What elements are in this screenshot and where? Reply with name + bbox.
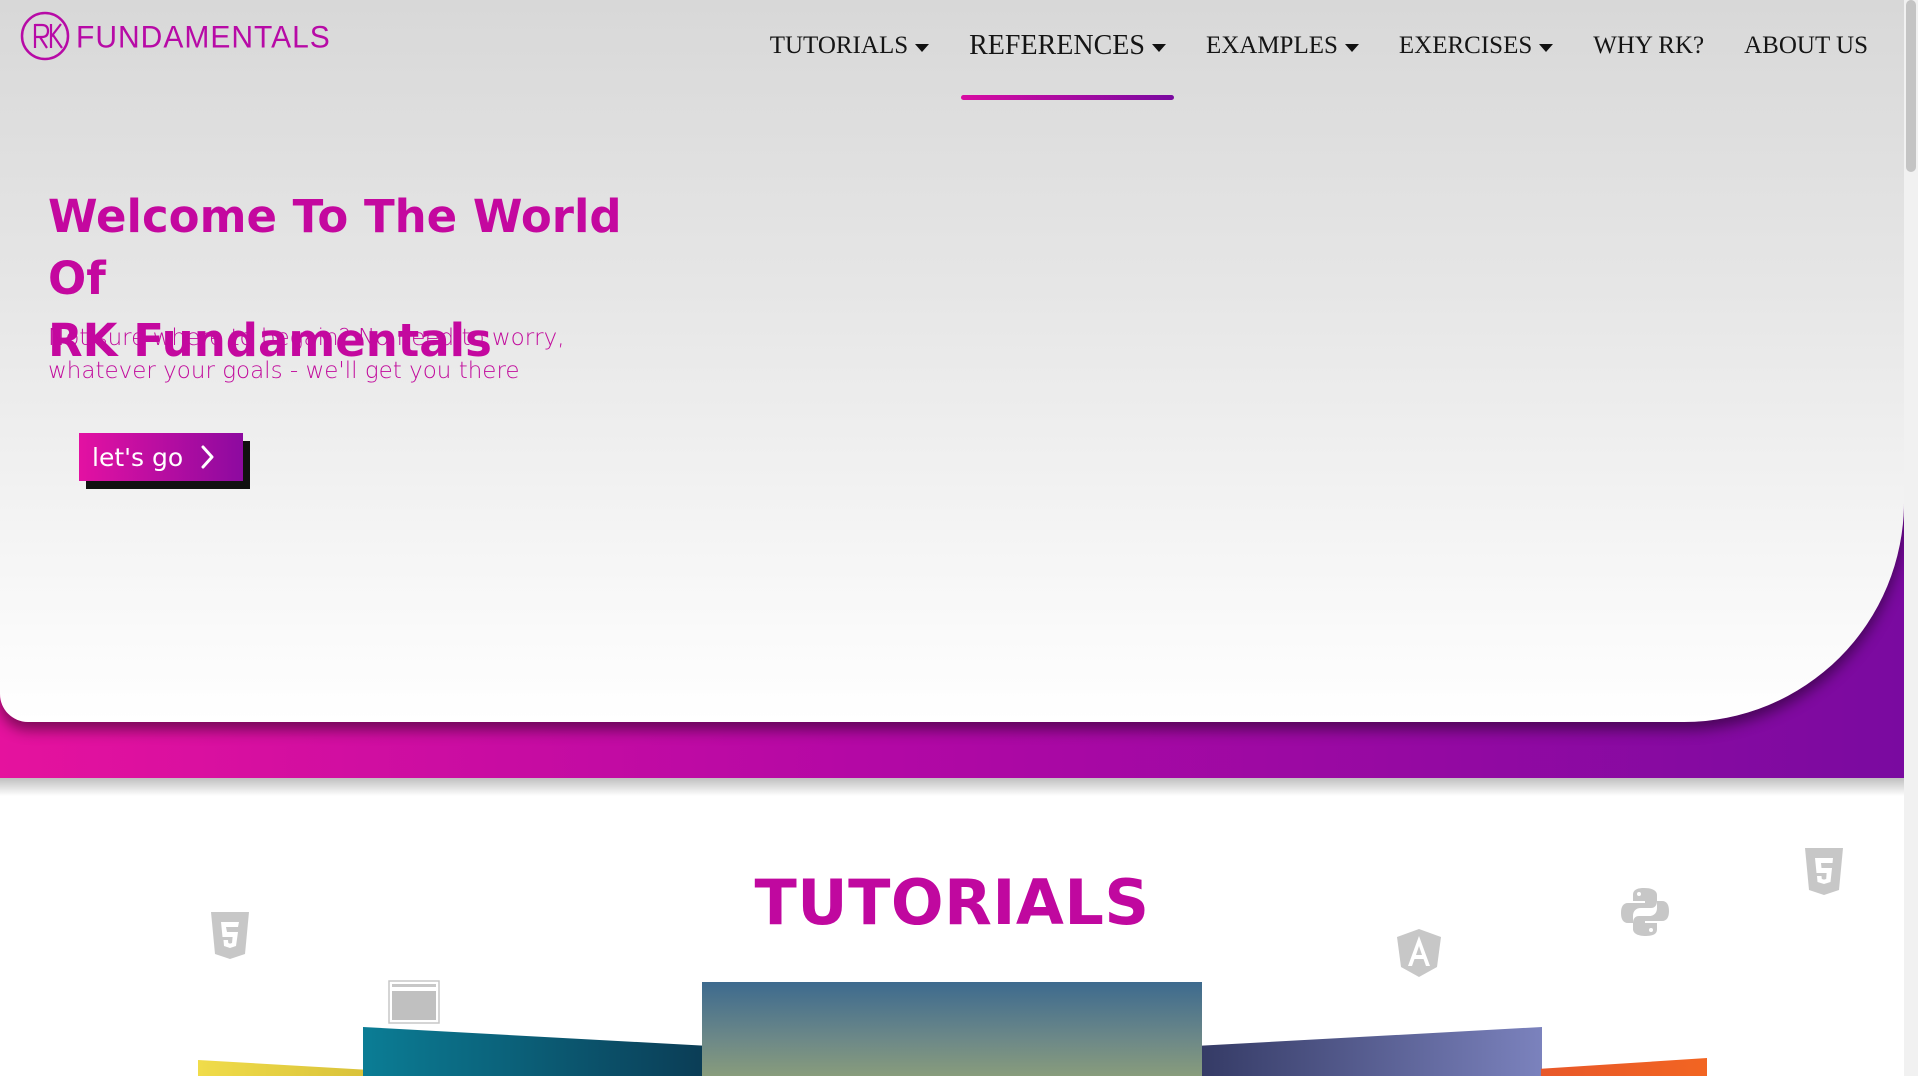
- tutorials-heading: TUTORIALS: [754, 866, 1150, 939]
- nav-examples[interactable]: EXAMPLES: [1186, 24, 1379, 68]
- hero-drop-shadow: [0, 778, 1904, 796]
- scrollbar-thumb[interactable]: [1906, 0, 1916, 172]
- nav-exercises-label: EXERCISES: [1398, 32, 1533, 59]
- caret-down-icon: [1344, 43, 1359, 52]
- nav-why-rk-label: WHY RK?: [1593, 32, 1705, 59]
- nav-about-us[interactable]: ABOUT US: [1724, 24, 1888, 68]
- css3-icon: [1802, 846, 1846, 901]
- hero-subtitle: Not sure where to begain? No need to wor…: [48, 322, 568, 388]
- lets-go-label: let's go: [92, 442, 184, 472]
- lets-go-button[interactable]: let's go: [79, 433, 243, 481]
- angular-icon: [1396, 928, 1442, 983]
- nav-why-rk[interactable]: WHY RK?: [1573, 24, 1724, 68]
- tutorial-card-right[interactable]: [1202, 1027, 1542, 1076]
- rk-monogram-icon: [18, 9, 72, 68]
- nav-about-us-label: ABOUT US: [1744, 32, 1868, 59]
- tutorial-card-left[interactable]: [363, 1027, 703, 1076]
- nav-tutorials-label: TUTORIALS: [769, 32, 909, 59]
- main-nav: TUTORIALS REFERENCES EXAMPLES EXERCISES …: [750, 24, 1888, 100]
- tutorial-card-far-left[interactable]: [198, 1060, 364, 1076]
- logo-text: FUNDAMENTALS: [76, 20, 331, 55]
- caret-down-icon: [1539, 43, 1554, 52]
- hero-subtitle-line1: Not sure where to begain? No need to wor…: [48, 325, 565, 351]
- tutorial-card-center[interactable]: [702, 982, 1202, 1076]
- nav-examples-label: EXAMPLES: [1205, 32, 1338, 59]
- html5-icon: [208, 910, 252, 965]
- browser-window-icon: [388, 980, 440, 1029]
- tutorial-card-far-right[interactable]: [1541, 1058, 1707, 1076]
- active-nav-underline: [961, 95, 1174, 100]
- python-icon: [1620, 886, 1670, 943]
- nav-references-label: REFERENCES: [969, 30, 1145, 61]
- nav-tutorials[interactable]: TUTORIALS: [750, 24, 949, 68]
- caret-down-icon: [1151, 43, 1166, 52]
- nav-references[interactable]: REFERENCES: [961, 24, 1174, 100]
- chevron-right-icon: [201, 445, 215, 469]
- hero-subtitle-line2: whatever your goals - we'll get you ther…: [48, 358, 520, 384]
- caret-down-icon: [915, 43, 930, 52]
- hero-title-line1: Welcome To The World Of: [48, 190, 622, 305]
- site-logo[interactable]: FUNDAMENTALS: [18, 11, 331, 64]
- nav-exercises[interactable]: EXERCISES: [1379, 24, 1573, 68]
- page-scrollbar[interactable]: [1904, 0, 1918, 1076]
